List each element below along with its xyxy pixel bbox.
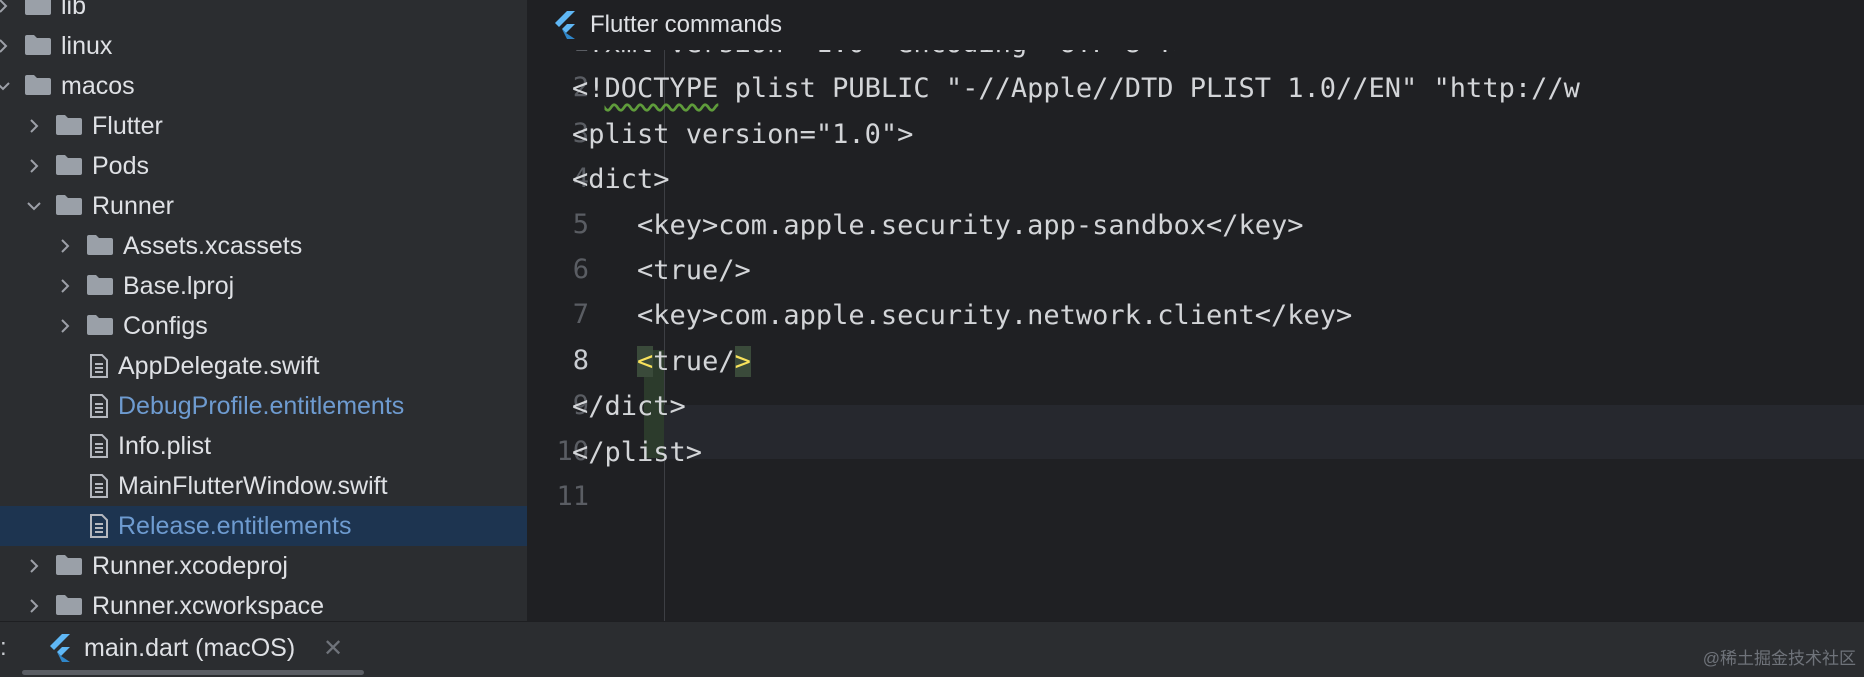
current-line-highlight bbox=[664, 405, 1864, 459]
code-editor[interactable]: 1234567891011 <?xml version="1.0" encodi… bbox=[527, 0, 1864, 621]
folder-icon bbox=[55, 594, 83, 616]
tree-item-label: Pods bbox=[92, 152, 149, 180]
tree-item-label: DebugProfile.entitlements bbox=[118, 392, 405, 420]
folder-icon bbox=[24, 34, 52, 56]
file-icon bbox=[89, 474, 109, 498]
chevron-right-icon[interactable] bbox=[27, 559, 41, 573]
chevron-down-icon[interactable] bbox=[0, 79, 10, 93]
code-token: plist PUBLIC "-//Apple//DTD PLIST 1.0//E… bbox=[718, 73, 1580, 105]
tree-item[interactable]: Assets.xcassets bbox=[0, 226, 527, 266]
tab-main-dart[interactable]: main.dart (macOS) bbox=[84, 633, 295, 663]
folder-icon bbox=[55, 554, 83, 576]
close-tab-icon[interactable]: ✕ bbox=[323, 634, 343, 663]
line-number: 11 bbox=[556, 481, 589, 512]
code-line[interactable]: </dict> bbox=[572, 390, 686, 424]
folder-icon bbox=[86, 274, 114, 296]
tree-item-label: macos bbox=[61, 72, 135, 100]
file-icon bbox=[89, 514, 109, 538]
tree-item[interactable]: linux bbox=[0, 26, 527, 66]
tree-item-label: MainFlutterWindow.swift bbox=[118, 472, 388, 500]
chevron-right-icon[interactable] bbox=[58, 279, 72, 293]
tree-item[interactable]: Configs bbox=[0, 306, 527, 346]
tree-item-label: Base.lproj bbox=[123, 272, 235, 300]
tree-item[interactable]: DebugProfile.entitlements bbox=[0, 386, 527, 426]
code-line[interactable]: </plist> bbox=[572, 436, 702, 470]
code-line[interactable]: <!DOCTYPE plist PUBLIC "-//Apple//DTD PL… bbox=[572, 72, 1580, 106]
tree-item[interactable]: macos bbox=[0, 66, 527, 106]
chevron-down-icon[interactable] bbox=[27, 199, 41, 213]
code-line[interactable]: <true/> bbox=[572, 345, 751, 379]
code-line[interactable]: <true/> bbox=[572, 254, 751, 288]
tree-item[interactable]: Flutter bbox=[0, 106, 527, 146]
file-icon bbox=[89, 394, 109, 418]
flutter-commands-label[interactable]: Flutter commands bbox=[590, 10, 782, 40]
folder-icon bbox=[55, 114, 83, 136]
chevron-right-icon[interactable] bbox=[27, 159, 41, 173]
file-icon bbox=[89, 354, 109, 378]
chevron-right-icon[interactable] bbox=[0, 0, 10, 13]
flutter-logo-icon bbox=[553, 11, 577, 44]
folder-icon bbox=[24, 0, 52, 16]
folder-icon bbox=[55, 194, 83, 216]
tree-item[interactable]: Runner bbox=[0, 186, 527, 226]
tree-item-label: Runner bbox=[92, 192, 174, 220]
folder-icon bbox=[55, 154, 83, 176]
tree-item[interactable]: Pods bbox=[0, 146, 527, 186]
chevron-right-icon[interactable] bbox=[27, 599, 41, 613]
code-token: <! bbox=[572, 73, 605, 105]
tree-item[interactable]: Runner.xcodeproj bbox=[0, 546, 527, 586]
code-line[interactable]: <key>com.apple.security.app-sandbox</key… bbox=[572, 209, 1303, 243]
tree-item-label: Configs bbox=[123, 312, 208, 340]
tree-item[interactable]: Runner.xcworkspace bbox=[0, 586, 527, 621]
project-tree[interactable]: lib linux macos Flutter Pods Runner Assets.xca… bbox=[0, 0, 527, 621]
tree-item-label: Flutter bbox=[92, 112, 163, 140]
code-line[interactable]: <dict> bbox=[572, 163, 670, 197]
code-token: true/ bbox=[653, 345, 735, 377]
tree-item[interactable]: Base.lproj bbox=[0, 266, 527, 306]
chevron-right-icon[interactable] bbox=[58, 239, 72, 253]
tree-item-label: Release.entitlements bbox=[118, 512, 352, 540]
chevron-right-icon[interactable] bbox=[27, 119, 41, 133]
tree-item-label: linux bbox=[61, 32, 113, 60]
tree-item-label: AppDelegate.swift bbox=[118, 352, 320, 380]
watermark: @稀土掘金技术社区 bbox=[1702, 649, 1856, 668]
tree-item-label: Runner.xcworkspace bbox=[92, 592, 325, 620]
code-line[interactable]: <plist version="1.0"> bbox=[572, 118, 913, 152]
matched-bracket: > bbox=[734, 345, 751, 377]
tab-scrollbar[interactable] bbox=[22, 670, 364, 675]
tab-bar-prefix: : bbox=[0, 634, 7, 661]
tree-item-label: Assets.xcassets bbox=[123, 232, 303, 260]
tree-item-label: Info.plist bbox=[118, 432, 212, 460]
folder-icon bbox=[86, 314, 114, 336]
chevron-right-icon[interactable] bbox=[58, 319, 72, 333]
flutter-commands-bar[interactable]: Flutter commands bbox=[527, 0, 1864, 50]
tree-item[interactable]: lib bbox=[0, 0, 527, 26]
file-icon bbox=[89, 434, 109, 458]
tree-item[interactable]: AppDelegate.swift bbox=[0, 346, 527, 386]
matched-bracket: < bbox=[637, 345, 654, 377]
spellcheck-token: DOCTYPE bbox=[604, 73, 719, 105]
tree-item[interactable]: Release.entitlements bbox=[0, 506, 527, 546]
folder-icon bbox=[24, 74, 52, 96]
tree-item[interactable]: MainFlutterWindow.swift bbox=[0, 466, 527, 506]
code-line[interactable]: <key>com.apple.security.network.client</… bbox=[572, 299, 1352, 333]
chevron-right-icon[interactable] bbox=[0, 39, 10, 53]
editor-tab-bar: : main.dart (macOS) ✕ @稀土掘金技术社区 bbox=[0, 621, 1864, 677]
flutter-file-icon bbox=[48, 634, 72, 667]
tree-item-label: lib bbox=[61, 0, 87, 20]
folder-icon bbox=[86, 234, 114, 256]
tree-item[interactable]: Info.plist bbox=[0, 426, 527, 466]
tree-item-label: Runner.xcodeproj bbox=[92, 552, 288, 580]
